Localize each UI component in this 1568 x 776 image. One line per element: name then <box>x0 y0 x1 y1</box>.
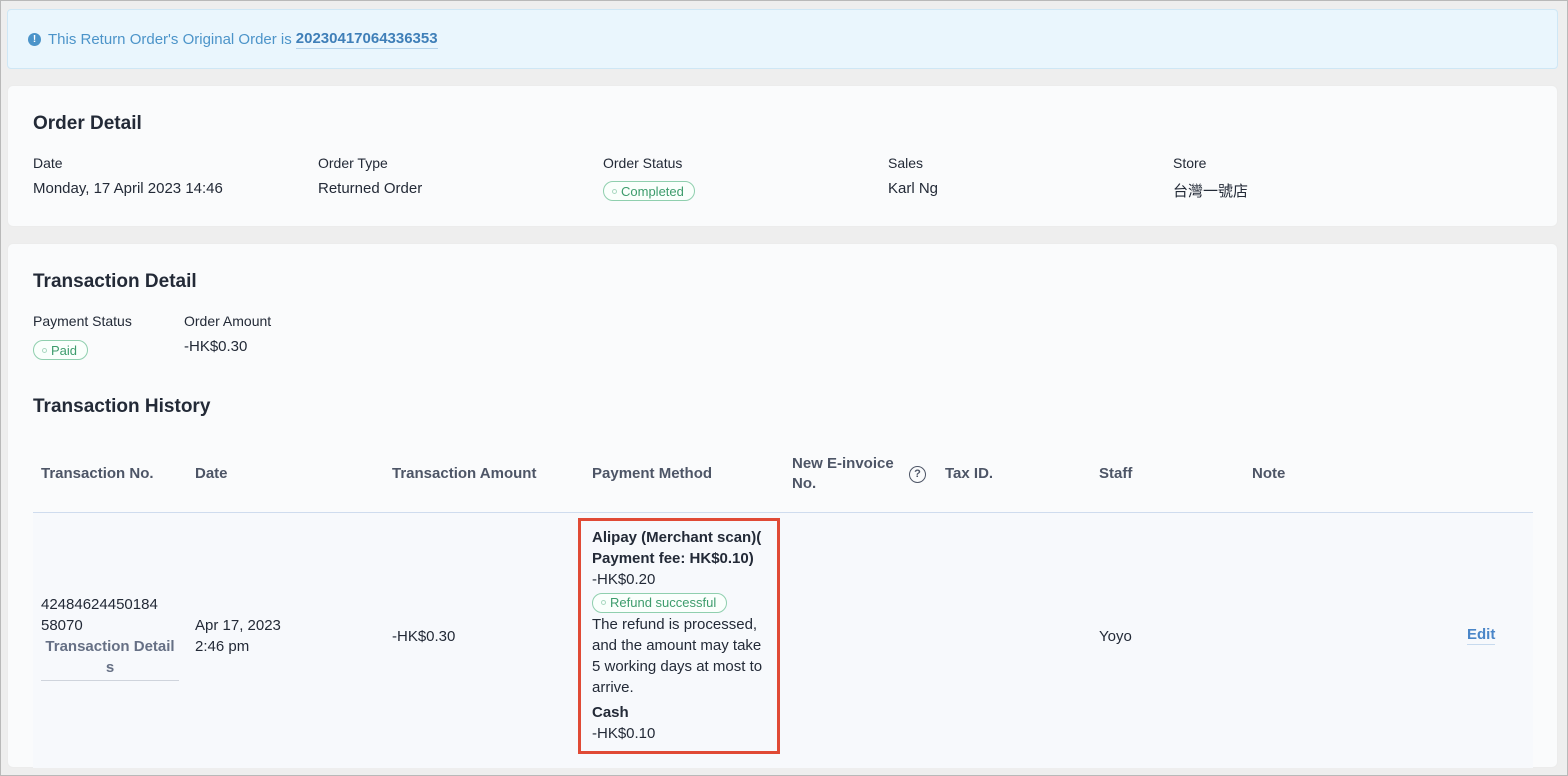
alipay-label-line1: Alipay (Merchant scan)( <box>592 529 762 546</box>
col-new-einvoice-line2: No. <box>792 475 817 492</box>
payment-status-badge: Paid <box>33 340 89 360</box>
date-line2: 2:46 pm <box>195 638 250 655</box>
col-date: Date <box>195 465 228 482</box>
transaction-history-title: Transaction History <box>33 396 211 417</box>
order-detail-title: Order Detail <box>33 113 142 134</box>
order-status-value: Completed <box>621 183 684 199</box>
transaction-details-link-line1: Transaction Detail <box>45 638 175 655</box>
col-new-einvoice: New E-invoice No. <box>792 454 894 494</box>
cash-amount: -HK$0.10 <box>592 724 656 742</box>
transaction-no-line2: 58070 <box>41 617 83 634</box>
status-dot-icon <box>612 188 617 194</box>
original-order-link[interactable]: 20230417064336353 <box>295 30 438 49</box>
col-note: Note <box>1252 465 1286 482</box>
col-staff: Staff <box>1099 465 1133 482</box>
order-type-value: Returned Order <box>318 180 423 197</box>
store-label: Store <box>1173 155 1207 171</box>
col-transaction-amount: Transaction Amount <box>392 465 537 482</box>
question-circle-icon[interactable]: ? <box>909 466 926 483</box>
payment-method-cell: Alipay (Merchant scan)( Payment fee: HK$… <box>592 527 782 744</box>
payment-status-value: Paid <box>51 342 78 358</box>
staff-cell: Yoyo <box>1099 628 1132 645</box>
order-status-badge: Completed <box>603 181 695 201</box>
edit-button[interactable]: Edit <box>1467 626 1496 645</box>
date-line1: Apr 17, 2023 <box>195 617 281 634</box>
order-detail-card: Order Detail Date Monday, 17 April 2023 … <box>7 85 1558 227</box>
order-type-label: Order Type <box>318 155 388 171</box>
col-payment-method: Payment Method <box>592 465 713 482</box>
transaction-details-link-line2: s <box>105 659 115 676</box>
order-amount-value: -HK$0.30 <box>184 338 248 355</box>
store-value: 台灣一號店 <box>1173 183 1249 200</box>
col-transaction-no: Transaction No. <box>41 465 154 482</box>
date-value: Monday, 17 April 2023 14:46 <box>33 180 223 197</box>
status-dot-icon <box>42 347 47 353</box>
original-order-alert: ! This Return Order's Original Order is … <box>7 9 1558 69</box>
sales-label: Sales <box>888 155 924 171</box>
alert-text: This Return Order's Original Order is <box>48 30 292 48</box>
refund-note-line4: arrive. <box>592 678 634 696</box>
refund-note-line2: and the amount may take <box>592 636 762 654</box>
transaction-no-cell: 42484624450184 58070 <box>41 594 158 636</box>
refund-status-value: Refund successful <box>610 595 717 610</box>
status-dot-icon <box>601 600 606 605</box>
transaction-details-link[interactable]: Transaction Detail s <box>41 636 179 681</box>
date-cell: Apr 17, 2023 2:46 pm <box>195 615 281 657</box>
alipay-label-line2: Payment fee: HK$0.10) <box>592 550 754 567</box>
alipay-amount: -HK$0.20 <box>592 571 656 588</box>
cash-label: Cash <box>592 703 629 721</box>
col-tax-id: Tax ID. <box>945 465 994 482</box>
col-new-einvoice-line1: New E-invoice <box>792 455 894 472</box>
transaction-detail-title: Transaction Detail <box>33 271 197 292</box>
transaction-amount-cell: -HK$0.30 <box>392 628 456 645</box>
order-amount-label: Order Amount <box>184 313 272 329</box>
info-circle-icon: ! <box>28 32 41 46</box>
order-status-label: Order Status <box>603 155 683 171</box>
refund-note-line3: 5 working days at most to <box>592 657 763 675</box>
transaction-detail-card: Transaction Detail Payment Status Paid O… <box>7 243 1558 768</box>
refund-status-badge: Refund successful <box>592 592 728 613</box>
payment-status-label: Payment Status <box>33 313 132 329</box>
refund-note-line1: The refund is processed, <box>592 615 758 633</box>
transaction-no-line1: 42484624450184 <box>41 596 158 613</box>
date-label: Date <box>33 155 63 171</box>
sales-value: Karl Ng <box>888 180 939 197</box>
